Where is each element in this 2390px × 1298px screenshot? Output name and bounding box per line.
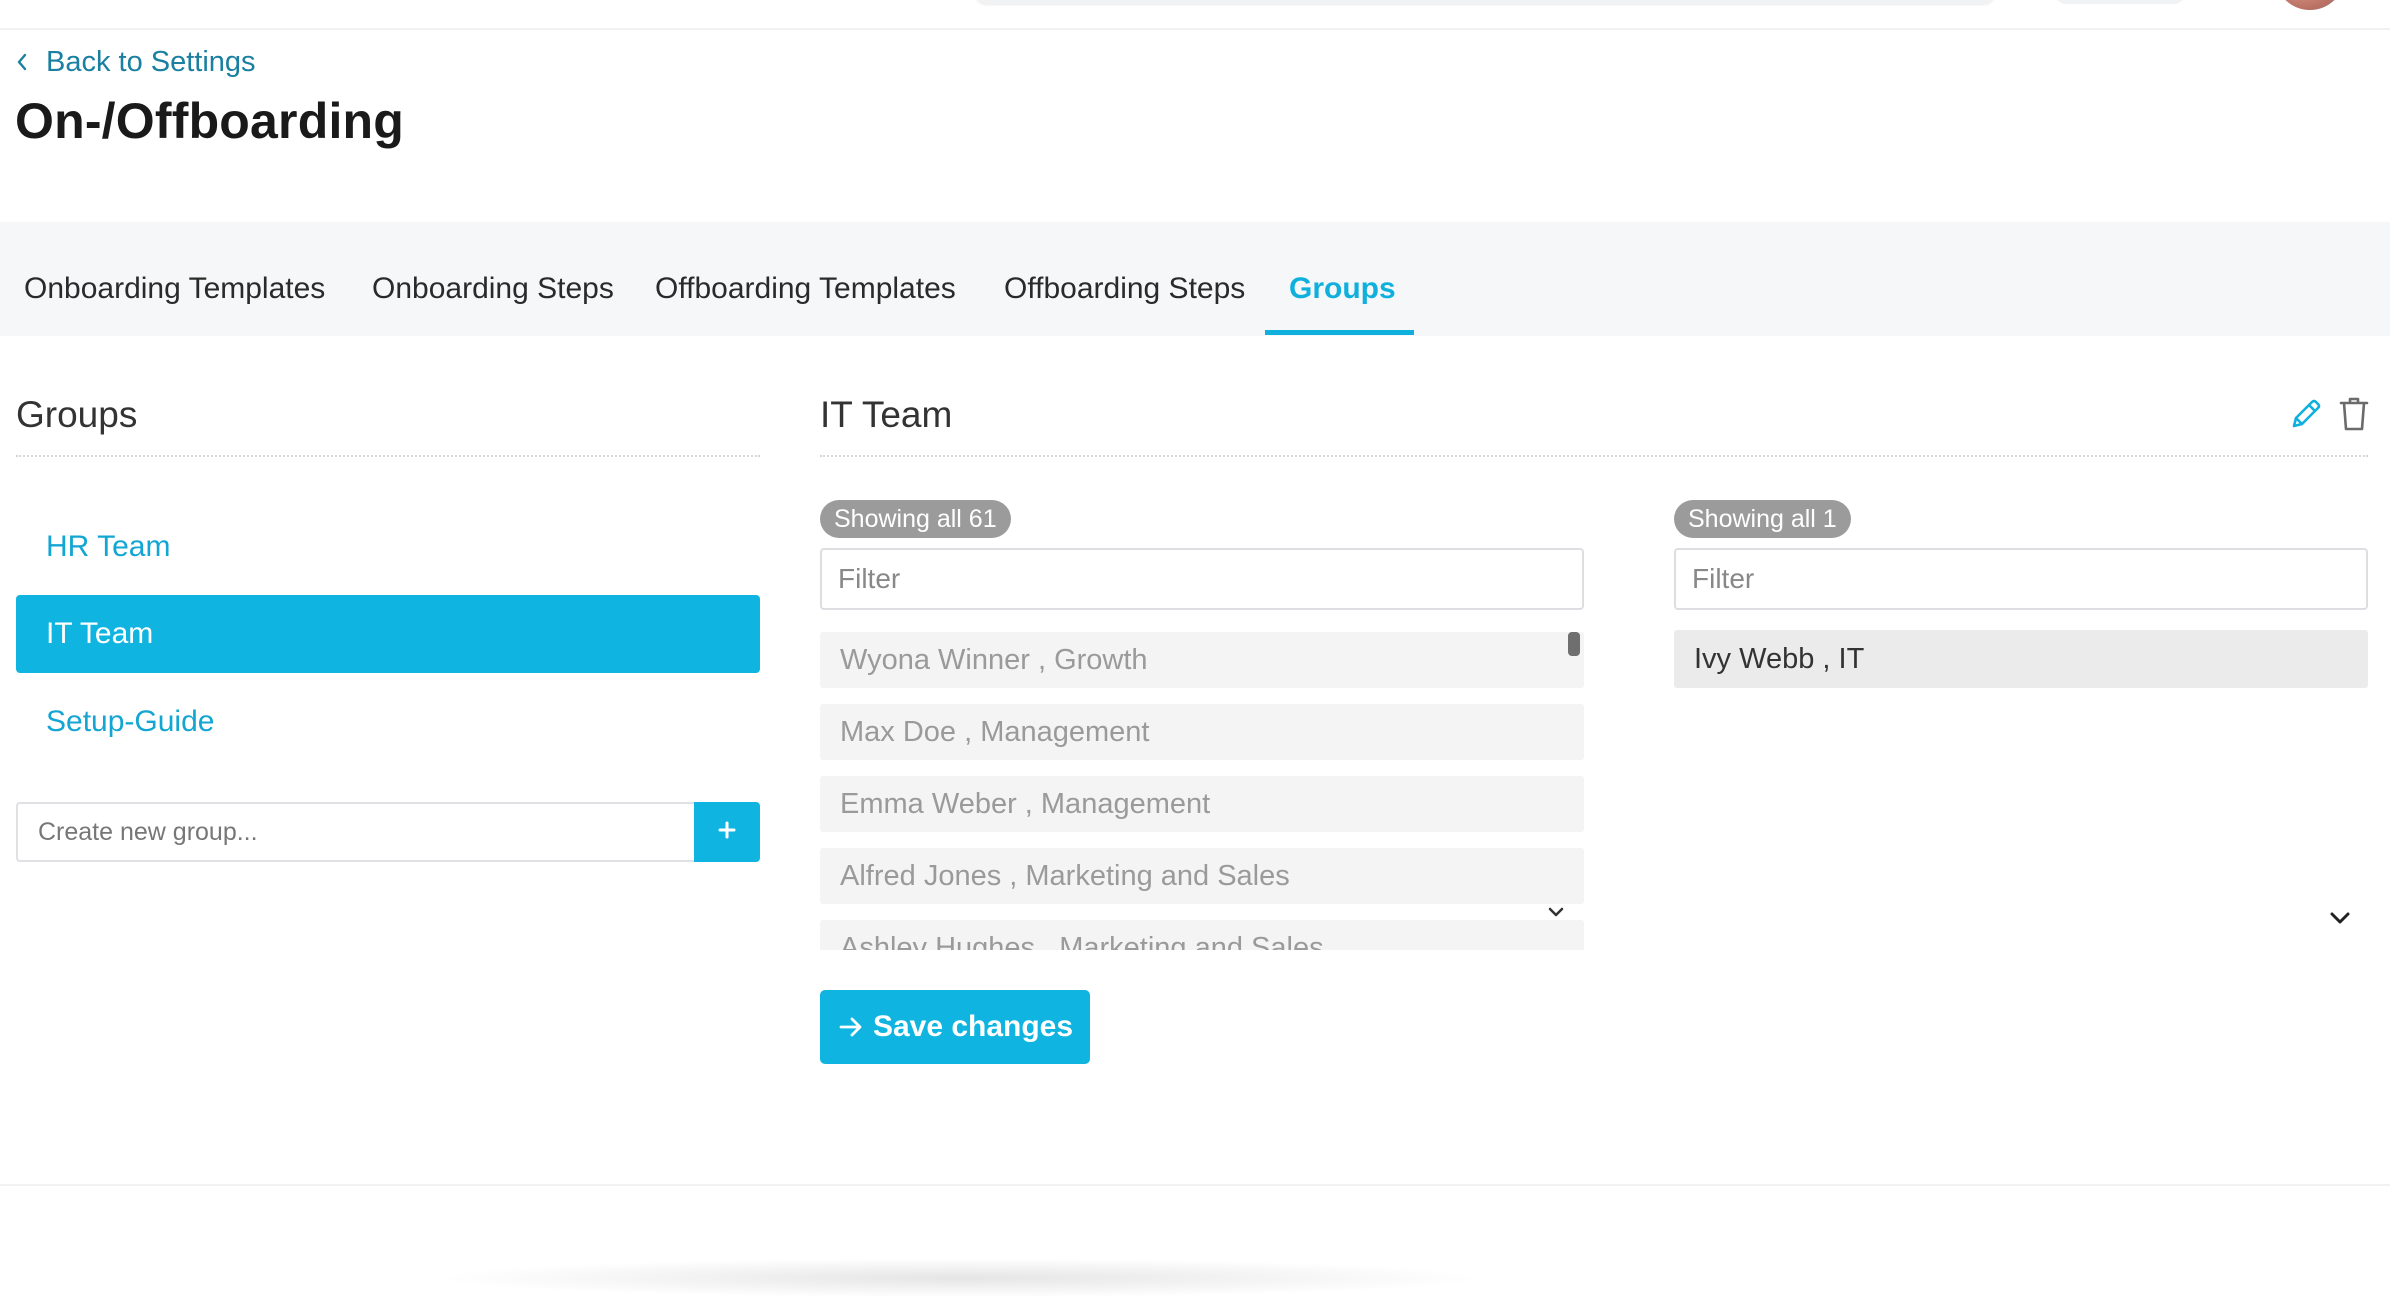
chevron-left-icon [16,47,32,77]
available-filter-input[interactable] [820,548,1584,610]
group-detail-title: IT Team [820,394,953,435]
list-item[interactable]: Ashley Hughes , Marketing and Sales [820,920,1584,950]
user-avatar[interactable] [2275,0,2345,10]
back-to-settings-link[interactable]: Back to Settings [16,44,256,80]
footer-shadow [430,1258,1490,1298]
footer-divider [0,1184,2390,1186]
chevron-down-icon[interactable] [1546,906,1566,918]
top-bar-divider [0,28,2390,30]
save-changes-button[interactable]: Save changes [820,990,1090,1064]
list-item[interactable]: Wyona Winner , Growth [820,632,1584,688]
tab-offboarding-templates[interactable]: Offboarding Templates [655,272,956,306]
selected-member-item[interactable]: Ivy Webb , IT [1674,630,2368,688]
chevron-down-icon[interactable] [2328,910,2352,926]
arrow-right-icon [837,1013,865,1041]
tab-onboarding-steps[interactable]: Onboarding Steps [372,272,614,306]
list-scrollbar[interactable] [1568,632,1580,656]
available-members-list[interactable]: Wyona Winner , Growth Max Doe , Manageme… [820,630,1584,950]
groups-panel-title: Groups [16,394,138,435]
active-tab-indicator [1265,330,1414,335]
trash-icon [2337,395,2371,438]
tab-offboarding-steps[interactable]: Offboarding Steps [1004,272,1245,306]
add-group-button[interactable] [694,802,760,862]
create-group-input[interactable] [16,802,696,862]
save-changes-label: Save changes [872,1010,1074,1043]
detail-divider [820,455,2368,457]
global-search-bar[interactable] [975,0,1995,4]
list-item[interactable]: Max Doe , Management [820,704,1584,760]
page-title: On-/Offboarding [15,93,405,149]
back-link-label: Back to Settings [46,45,256,78]
group-item-it-team[interactable]: IT Team [16,595,760,673]
group-item-setup-guide[interactable]: Setup-Guide [16,683,760,761]
edit-group-button[interactable] [2286,396,2326,436]
selected-count-badge: Showing all 1 [1674,500,1851,538]
pencil-icon [2287,395,2325,438]
groups-divider [16,455,760,457]
selected-filter-input[interactable] [1674,548,2368,610]
list-item[interactable]: Alfred Jones , Marketing and Sales [820,848,1584,904]
plus-icon [717,820,737,845]
group-item-hr-team[interactable]: HR Team [16,508,760,586]
tab-groups[interactable]: Groups [1289,272,1396,306]
tab-onboarding-templates[interactable]: Onboarding Templates [24,272,325,306]
delete-group-button[interactable] [2334,396,2374,436]
available-count-badge: Showing all 61 [820,500,1011,538]
top-bar-button[interactable] [2055,0,2185,4]
list-item[interactable]: Emma Weber , Management [820,776,1584,832]
